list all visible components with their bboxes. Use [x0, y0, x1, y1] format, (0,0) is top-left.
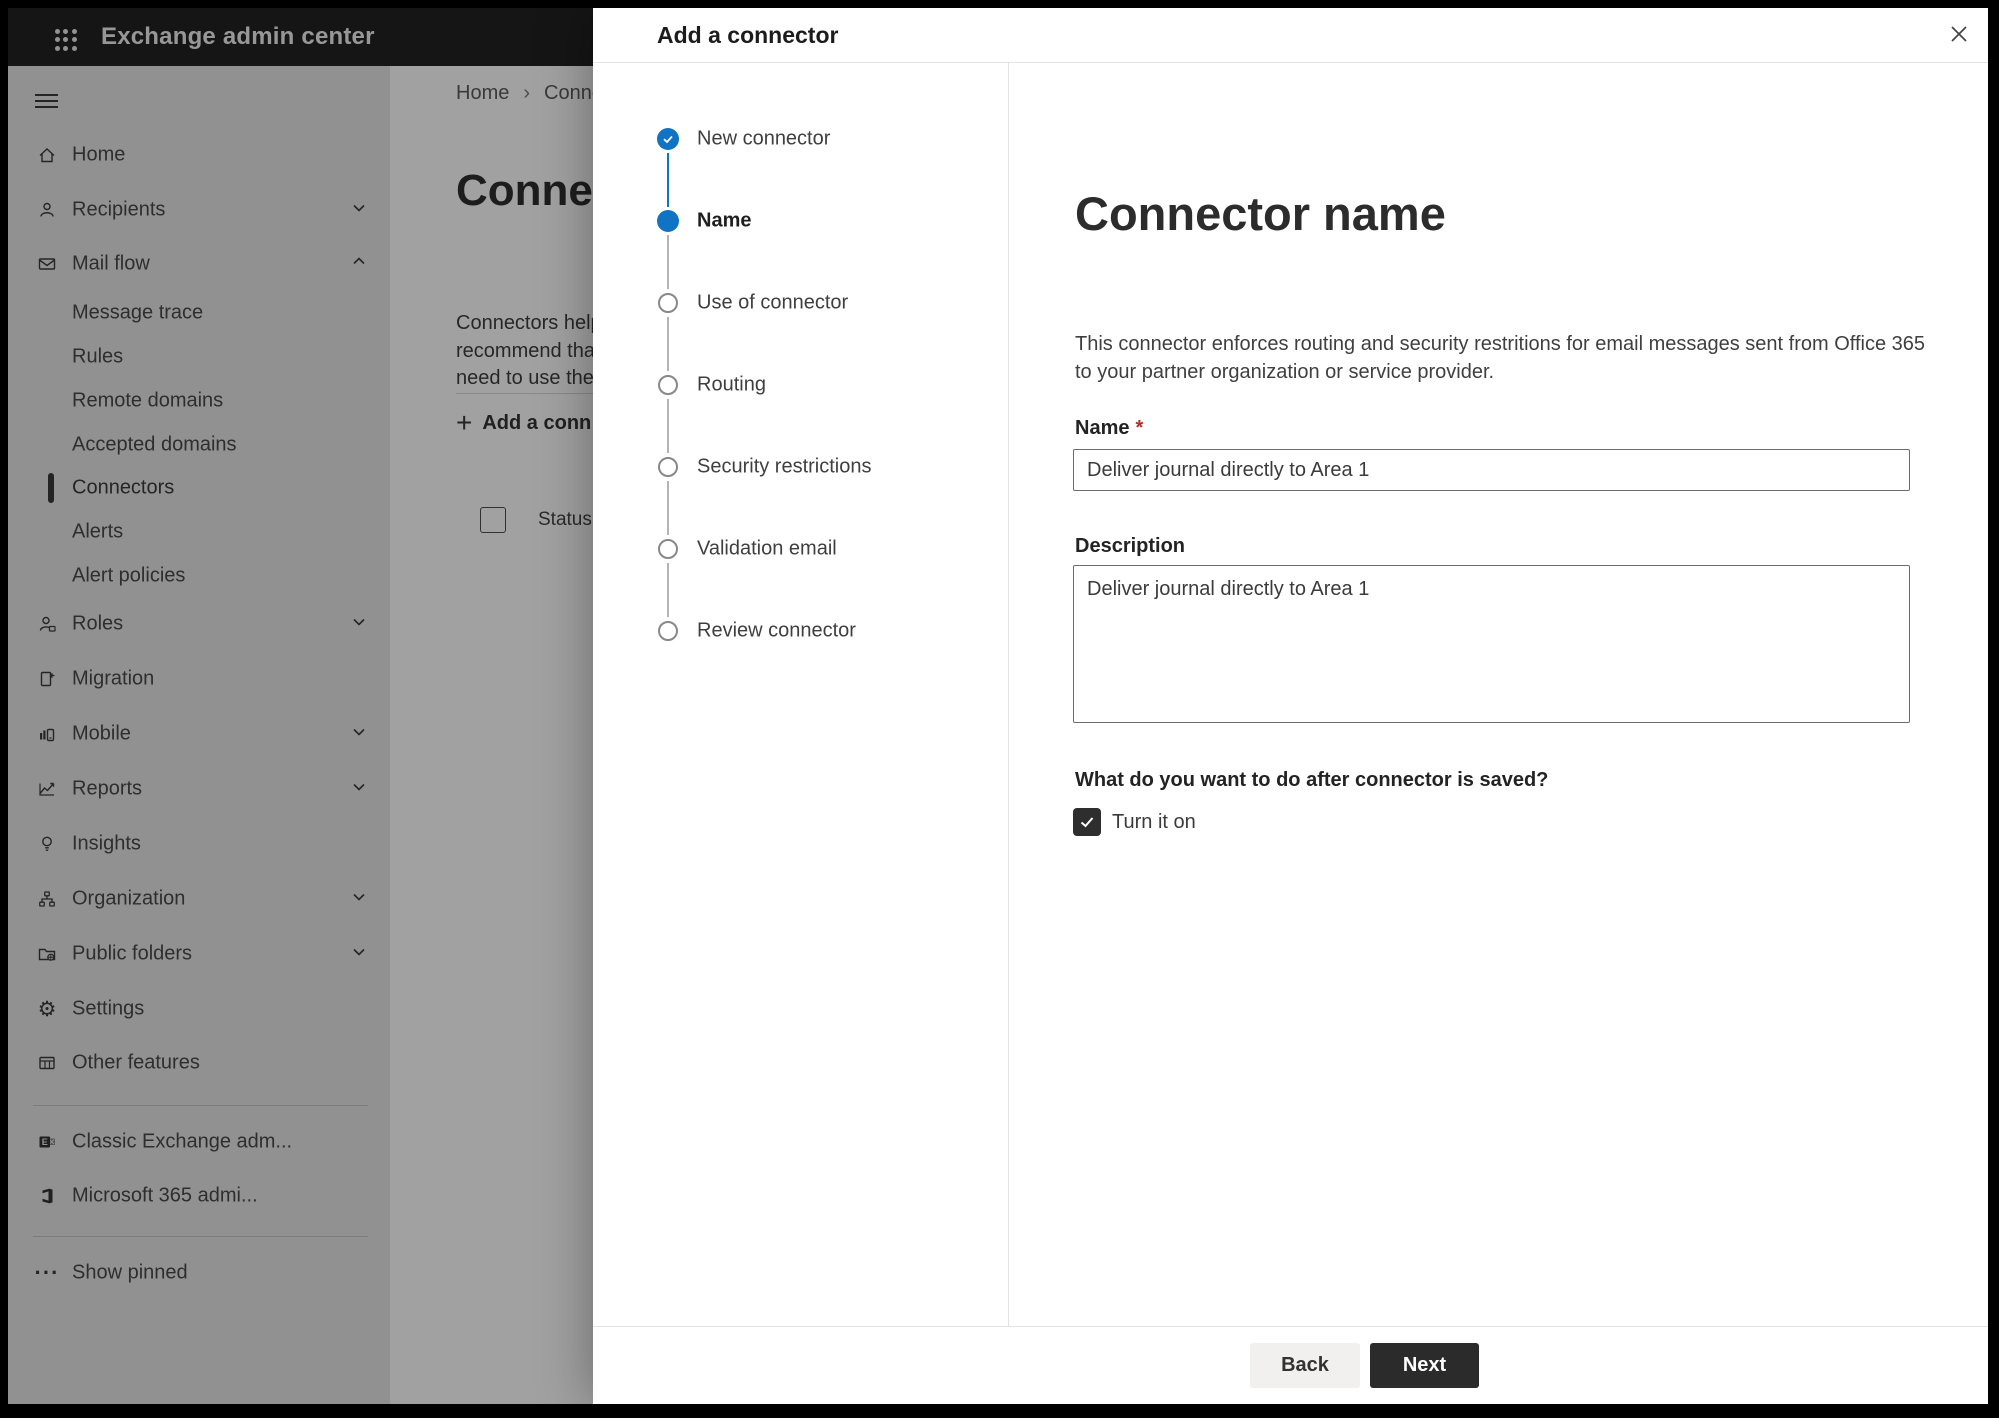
step-label-routing: Routing — [697, 373, 766, 396]
required-asterisk: * — [1135, 417, 1144, 439]
turn-it-on-checkbox[interactable] — [1073, 808, 1101, 836]
description-field-label: Description — [1075, 535, 1186, 557]
step-label-use-of-connector: Use of connector — [697, 291, 849, 314]
step-label-new-connector: New connector — [697, 127, 831, 150]
step-connector-line — [667, 235, 669, 289]
add-connector-dialog: Add a connector New connector Name Use o… — [593, 8, 1988, 1404]
step-circle-icon — [658, 375, 678, 395]
dialog-footer-divider — [593, 1326, 1988, 1327]
name-field-label: Name * — [1075, 417, 1143, 440]
step-current-icon — [657, 210, 679, 232]
close-icon[interactable] — [1944, 19, 1974, 49]
step-circle-icon — [658, 293, 678, 313]
step-circle-icon — [658, 457, 678, 477]
step-label-name: Name — [697, 209, 752, 232]
step-label-review-connector: Review connector — [697, 619, 856, 642]
step-connector-line — [667, 563, 669, 617]
dialog-header-divider — [593, 62, 1988, 63]
step-label-validation-email: Validation email — [697, 537, 837, 560]
step-connector-line — [667, 399, 669, 453]
after-save-question: What do you want to do after connector i… — [1075, 769, 1549, 791]
name-label-text: Name — [1075, 417, 1130, 439]
step-completed-icon — [657, 128, 679, 150]
app-window: Exchange admin center Home Recipients Ma… — [8, 8, 1988, 1404]
name-input[interactable] — [1073, 449, 1910, 491]
stepper-divider — [1008, 63, 1009, 1326]
step-connector-line — [667, 481, 669, 535]
step-circle-icon — [658, 621, 678, 641]
dialog-title: Add a connector — [657, 22, 839, 48]
step-connector-line — [667, 317, 669, 371]
pane-intro-line1: This connector enforces routing and secu… — [1075, 333, 1926, 355]
turn-it-on-label: Turn it on — [1112, 811, 1196, 833]
pane-heading: Connector name — [1075, 187, 1446, 240]
next-button[interactable]: Next — [1370, 1343, 1479, 1388]
step-label-security-restrictions: Security restrictions — [697, 455, 872, 478]
check-icon — [1080, 817, 1094, 828]
step-connector-line — [667, 153, 669, 207]
step-circle-icon — [658, 539, 678, 559]
back-button[interactable]: Back — [1250, 1343, 1360, 1388]
description-textarea[interactable]: Deliver journal directly to Area 1 — [1073, 565, 1910, 723]
pane-intro-line2: to your partner organization or service … — [1075, 361, 1495, 383]
screenshot-frame: Exchange admin center Home Recipients Ma… — [0, 0, 1999, 1418]
